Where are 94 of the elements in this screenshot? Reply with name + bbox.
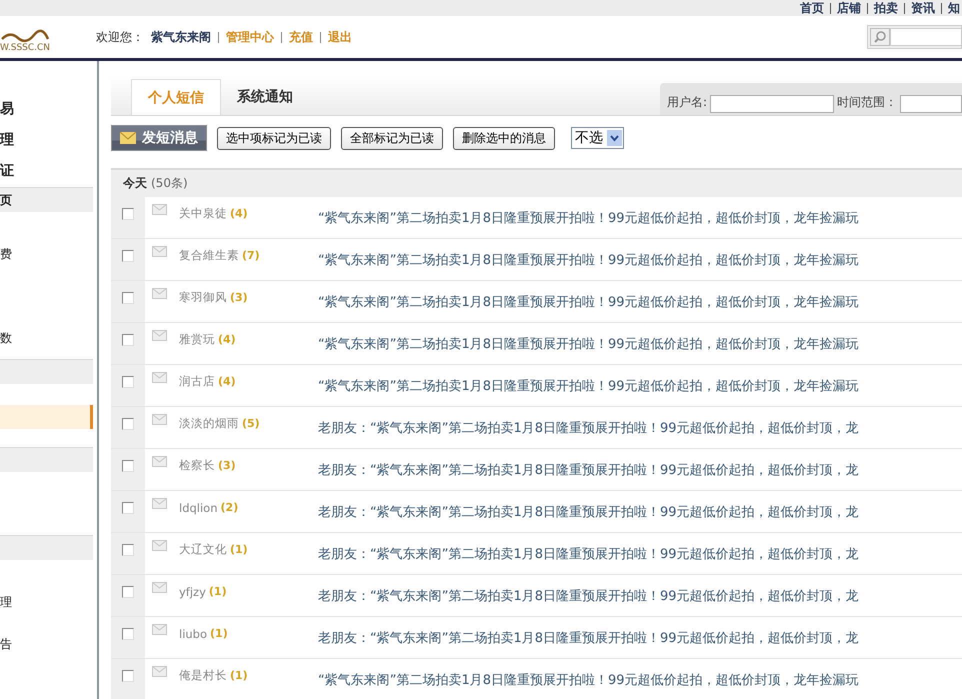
- message-count: (1): [210, 627, 228, 640]
- sender-name[interactable]: liubo: [179, 626, 208, 640]
- message-subject[interactable]: “紫气东来阁”第二场拍卖1月8日隆重预展开拍啦！99元超低价起拍，超低价封顶，龙年捡漏玩: [318, 670, 859, 688]
- sender-name[interactable]: 淡淡的烟雨: [179, 416, 239, 431]
- tab[interactable]: 系统通知: [221, 79, 309, 115]
- message-count: (50条): [151, 175, 188, 192]
- message-subject[interactable]: “紫气东来阁”第二场拍卖1月8日隆重预展开拍啦！99元超低价起拍，超低价封顶，龙年捡漏玩: [318, 376, 859, 394]
- username-link[interactable]: 紫气东来阁: [151, 28, 211, 46]
- sidebar-item[interactable]: 证: [0, 156, 97, 187]
- sender-name[interactable]: 俺是村长: [179, 668, 227, 683]
- checkbox[interactable]: [122, 586, 134, 598]
- envelope-icon: [152, 288, 167, 299]
- message-count: (2): [220, 501, 238, 514]
- nav-link[interactable]: 资讯: [911, 0, 935, 16]
- sender-name[interactable]: 检察长: [179, 458, 215, 473]
- field-label: 用户名:: [666, 94, 707, 111]
- sender-name[interactable]: ldqlion: [179, 500, 218, 514]
- message-count: (7): [242, 249, 260, 262]
- action-button[interactable]: 全部标记为已读: [341, 126, 443, 150]
- checkbox[interactable]: [122, 208, 134, 220]
- message-subject[interactable]: 老朋友：“紫气东来阁”第二场拍卖1月8日隆重预展开拍啦！99元超低价起拍，超低价封顶，龙: [318, 586, 859, 604]
- message-count: (4): [218, 375, 236, 388]
- sidebar-item[interactable]: 数: [0, 317, 93, 359]
- message-count: (3): [218, 459, 236, 472]
- message-count: (4): [218, 333, 236, 346]
- envelope-icon: [152, 246, 167, 257]
- sidebar-item[interactable]: 费: [0, 233, 93, 275]
- sidebar-item[interactable]: 告: [0, 623, 93, 665]
- sender-name[interactable]: 寒羽御风: [179, 290, 227, 305]
- message-subject[interactable]: “紫气东来阁”第二场拍卖1月8日隆重预展开拍啦！99元超低价起拍，超低价封顶，龙年捡漏玩: [318, 250, 859, 268]
- message-count: (4): [230, 207, 248, 220]
- caret-icon: [607, 130, 622, 146]
- sender-name[interactable]: 润古店: [179, 374, 215, 389]
- sidebar-item[interactable]: 理: [0, 125, 97, 156]
- message-subject[interactable]: 老朋友：“紫气东来阁”第二场拍卖1月8日隆重预展开拍啦！99元超低价起拍，超低价封顶，龙: [318, 418, 859, 436]
- envelope-icon: [152, 540, 167, 551]
- checkbox[interactable]: [122, 544, 134, 556]
- envelope-icon: [152, 414, 167, 425]
- sidebar-item[interactable]: 理: [0, 581, 93, 623]
- group-title: 今天: [123, 175, 147, 192]
- envelope-icon: [152, 204, 167, 215]
- message-count: (5): [242, 417, 260, 430]
- field-label: 时间范围：: [837, 94, 897, 111]
- envelope-icon: [152, 582, 167, 593]
- checkbox[interactable]: [122, 628, 134, 640]
- checkbox[interactable]: [122, 460, 134, 472]
- message-count: (1): [230, 669, 248, 682]
- message-count: (3): [230, 291, 248, 304]
- checkbox[interactable]: [122, 292, 134, 304]
- message-count: (1): [208, 585, 227, 598]
- logo[interactable]: W.SSSC.CN: [0, 17, 62, 57]
- message-subject[interactable]: 老朋友：“紫气东来阁”第二场拍卖1月8日隆重预展开拍啦！99元超低价起拍，超低价封顶，龙: [318, 628, 859, 646]
- message-subject[interactable]: “紫气东来阁”第二场拍卖1月8日隆重预展开拍啦！99元超低价起拍，超低价封顶，龙年捡漏玩: [318, 334, 859, 352]
- envelope-icon: [152, 498, 167, 509]
- greeting: 欢迎您：: [96, 28, 144, 46]
- sender-name[interactable]: 复合維生素: [179, 248, 239, 263]
- envelope-icon: [152, 666, 167, 677]
- sender-name[interactable]: 雅赏玩: [179, 332, 215, 347]
- sender-name[interactable]: 大辽文化: [179, 542, 227, 557]
- search-field[interactable]: [867, 25, 962, 49]
- envelope-icon: [152, 372, 167, 383]
- action-button[interactable]: 删除选中的消息: [453, 126, 555, 150]
- checkbox[interactable]: [122, 250, 134, 262]
- checkbox[interactable]: [122, 376, 134, 388]
- nav-link[interactable]: 知: [948, 0, 960, 16]
- nav-link[interactable]: 首页: [800, 0, 824, 16]
- action-button[interactable]: 选中项标记为已读: [217, 126, 331, 150]
- search-icon: [870, 28, 890, 46]
- envelope-icon: [152, 624, 167, 635]
- envelope-icon: [152, 456, 167, 467]
- dropdown[interactable]: 不选: [571, 127, 624, 149]
- sender-name[interactable]: 关中泉徒: [179, 206, 227, 221]
- message-subject[interactable]: “紫气东来阁”第二场拍卖1月8日隆重预展开拍啦！99元超低价起拍，超低价封顶，龙年捡漏玩: [318, 292, 859, 310]
- input-field[interactable]: [900, 95, 962, 113]
- message-count: (1): [230, 543, 248, 556]
- checkbox[interactable]: [122, 334, 134, 346]
- checkbox[interactable]: [122, 502, 134, 514]
- sidebar-item-highlight[interactable]: [0, 405, 93, 429]
- message-subject[interactable]: 老朋友：“紫气东来阁”第二场拍卖1月8日隆重预展开拍啦！99元超低价起拍，超低价封顶，龙: [318, 460, 859, 478]
- checkbox[interactable]: [122, 418, 134, 430]
- sidebar-section-header: 页: [0, 187, 93, 212]
- calligraphy-icon: [0, 29, 50, 43]
- nav-link[interactable]: 店铺: [837, 0, 861, 16]
- sender-name[interactable]: yfjzy: [179, 584, 206, 598]
- envelope-icon: [152, 330, 167, 341]
- checkbox[interactable]: [122, 670, 134, 682]
- sidebar-item[interactable]: 易: [0, 94, 97, 125]
- input-field[interactable]: [710, 95, 834, 113]
- message-subject[interactable]: “紫气东来阁”第二场拍卖1月8日隆重预展开拍啦！99元超低价起拍，超低价封顶，龙年捡漏玩: [318, 208, 859, 226]
- nav-link[interactable]: 拍卖: [874, 0, 898, 16]
- envelope-icon: [120, 132, 136, 144]
- message-subject[interactable]: 老朋友：“紫气东来阁”第二场拍卖1月8日隆重预展开拍啦！99元超低价起拍，超低价封顶，龙: [318, 502, 859, 520]
- compose-button[interactable]: 发短消息: [111, 125, 207, 151]
- message-subject[interactable]: 老朋友：“紫气东来阁”第二场拍卖1月8日隆重预展开拍啦！99元超低价起拍，超低价封顶，龙: [318, 544, 859, 562]
